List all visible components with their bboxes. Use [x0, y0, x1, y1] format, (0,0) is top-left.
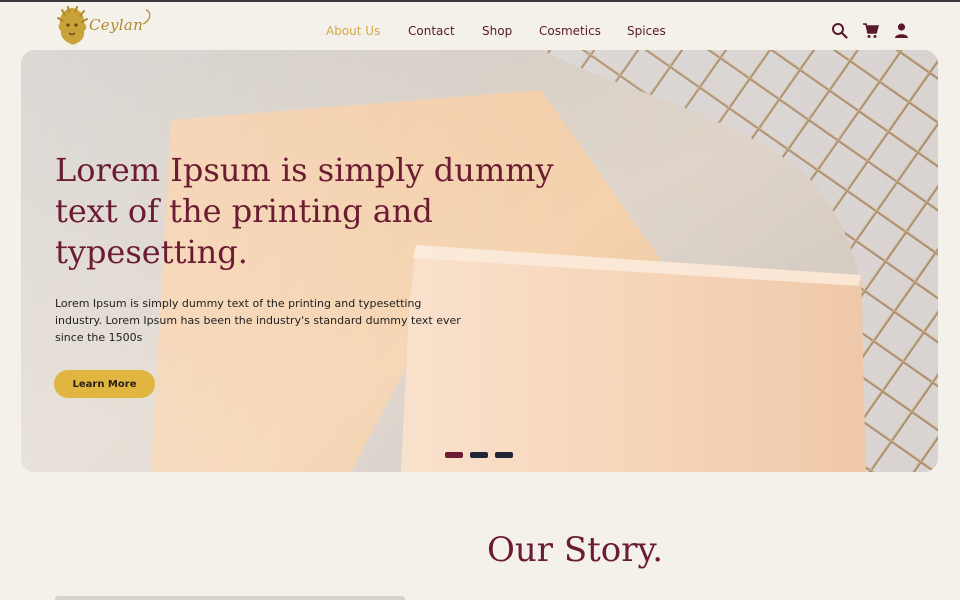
story-image	[55, 596, 405, 600]
search-icon[interactable]	[831, 22, 848, 39]
hero-title: Lorem Ipsum is simply dummy text of the …	[55, 151, 554, 271]
our-story-heading: Our Story.	[487, 530, 664, 570]
main-nav: About Us Contact Shop Cosmetics Spices	[0, 24, 960, 40]
user-icon[interactable]	[893, 22, 910, 39]
carousel-indicators	[445, 452, 513, 458]
learn-more-button[interactable]: Learn More	[54, 370, 155, 398]
carousel-dot-2[interactable]	[470, 452, 488, 458]
nav-link-shop[interactable]: Shop	[482, 24, 512, 38]
nav-link-about-us[interactable]: About Us	[326, 24, 380, 38]
nav-link-spices[interactable]: Spices	[627, 24, 666, 38]
header-actions	[831, 22, 910, 39]
carousel-dot-3[interactable]	[495, 452, 513, 458]
nav-link-contact[interactable]: Contact	[408, 24, 455, 38]
hero-description: Lorem Ipsum is simply dummy text of the …	[55, 297, 461, 344]
cart-icon[interactable]	[862, 22, 880, 39]
carousel-dot-1[interactable]	[445, 452, 463, 458]
window-top-border	[0, 0, 960, 2]
hero-banner: Lorem Ipsum is simply dummy text of the …	[21, 50, 938, 472]
nav-link-cosmetics[interactable]: Cosmetics	[539, 24, 601, 38]
